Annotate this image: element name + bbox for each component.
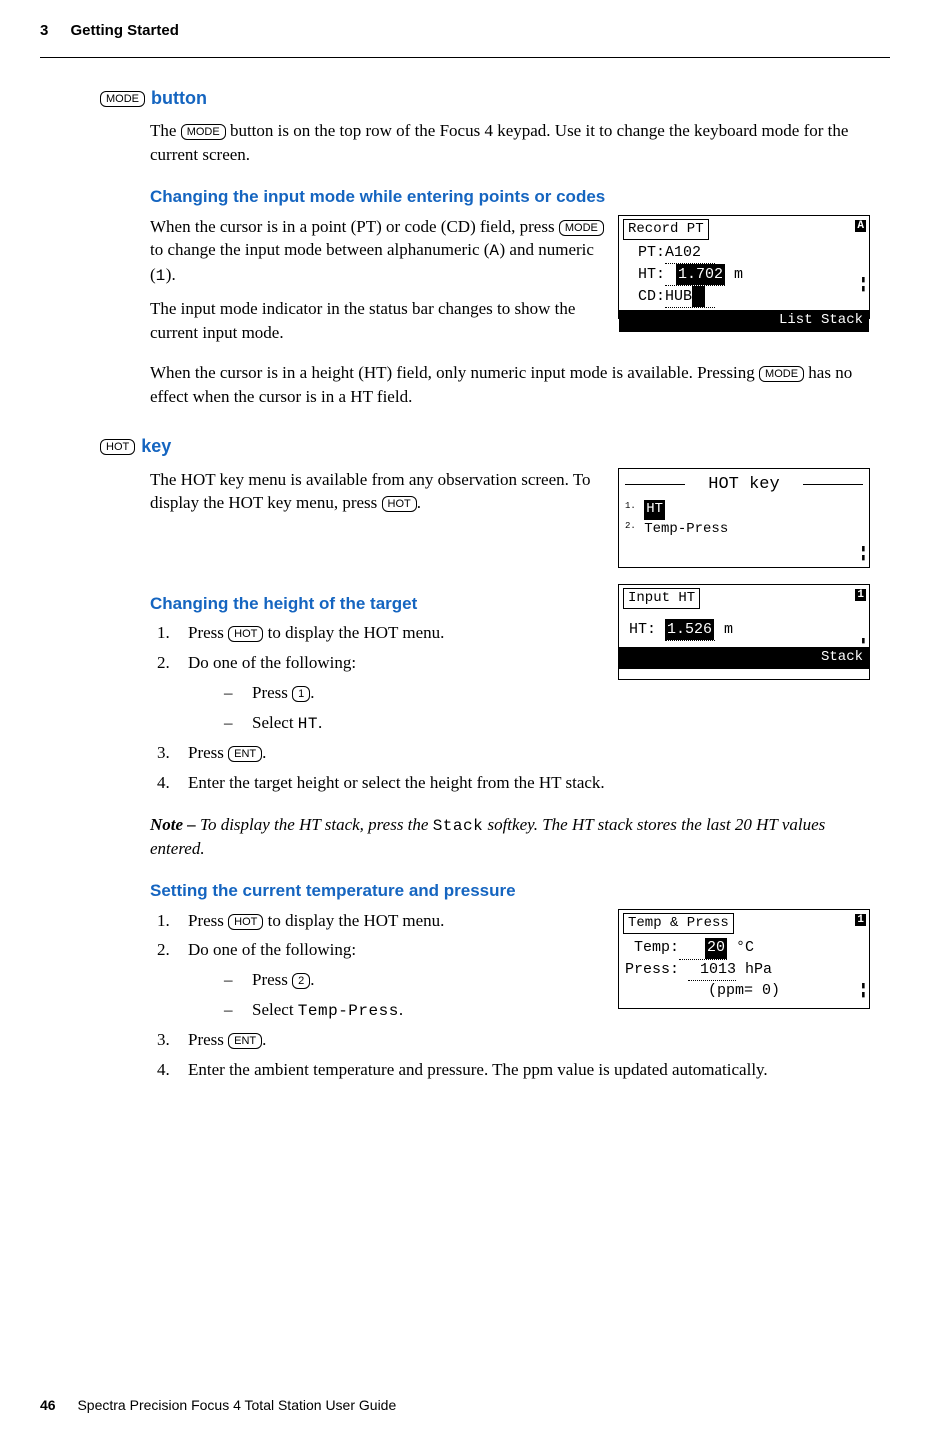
lcd-line-pt: PT:A102	[619, 242, 869, 264]
page-number: 46	[40, 1397, 56, 1413]
lcd-title: Input HT	[623, 588, 700, 610]
lcd-title: HOT key	[619, 473, 869, 497]
chapter-title: Getting Started	[71, 22, 179, 39]
list-item: Enter the ambient temperature and pressu…	[174, 1058, 870, 1082]
lcd-temp-press: Temp & Press 1 Temp:20 °C Press: 1013 hP…	[618, 909, 870, 1009]
lcd-line-ht: HT:1.702 m	[619, 264, 869, 286]
lcd-mode-indicator: 1	[855, 914, 866, 926]
mode-key-icon: MODE	[100, 91, 145, 107]
lcd-line-cd: CD:HUB	[619, 286, 869, 308]
book-title: Spectra Precision Focus 4 Total Station …	[77, 1397, 396, 1413]
lcd-softkeys: Stack	[619, 647, 869, 669]
ent-key-icon: ENT	[228, 746, 262, 762]
page-footer: 46 Spectra Precision Focus 4 Total Stati…	[40, 1396, 396, 1416]
lcd-menu: 1. HT 2. Temp-Press	[619, 498, 869, 555]
two-key-icon: 2	[292, 973, 310, 989]
lcd-hot-menu: HOT key 1. HT 2. Temp-Press ▮▮	[618, 468, 870, 568]
hot-key-icon: HOT	[228, 914, 263, 930]
sublist: Press 1. Select HT.	[224, 681, 870, 735]
note: Note – To display the HT stack, press th…	[150, 813, 870, 861]
subsection-heading: Changing the input mode while entering p…	[150, 185, 870, 209]
mode-key-icon: MODE	[559, 220, 604, 236]
list-item: Press 1.	[224, 681, 870, 705]
list-item: Select HT.	[224, 711, 870, 735]
lcd-title: Temp & Press	[623, 913, 734, 935]
paragraph: The MODE button is on the top row of the…	[150, 119, 870, 167]
lcd-mode-indicator: A	[855, 220, 866, 232]
lcd-status-icons: ▮▮	[861, 276, 866, 294]
mode-key-icon: MODE	[759, 366, 804, 382]
lcd-input-ht: Input HT 1 HT: 1.526 m ▮▮ Stack	[618, 584, 870, 680]
chapter-number: 3	[40, 22, 48, 39]
section-mode-button: MODE button	[100, 86, 870, 111]
header-rule	[40, 57, 890, 58]
mode-key-icon: MODE	[181, 124, 226, 140]
section-heading: key	[141, 434, 171, 459]
list-item: Press ENT.	[174, 1028, 870, 1052]
page-header: 3 Getting Started	[40, 20, 890, 41]
section-hot-key: HOT key	[100, 434, 870, 459]
ent-key-icon: ENT	[228, 1033, 262, 1049]
one-key-icon: 1	[292, 686, 310, 702]
subsection-heading: Setting the current temperature and pres…	[150, 879, 870, 903]
list-item: Enter the target height or select the he…	[174, 771, 870, 795]
lcd-status-icons: ▮▮	[861, 545, 866, 563]
paragraph: When the cursor is in a height (HT) fiel…	[150, 361, 870, 409]
lcd-body: Temp:20 °C Press: 1013 hPa (ppm= 0)	[619, 936, 869, 1005]
lcd-status-icons: ▮▮	[861, 982, 866, 1000]
lcd-line-ht: HT: 1.526 m	[619, 611, 869, 645]
section-heading: button	[151, 86, 207, 111]
lcd-status-icons: ▮▮	[861, 637, 866, 655]
hot-key-icon: HOT	[382, 496, 417, 512]
lcd-title: Record PT	[623, 219, 709, 241]
lcd-mode-indicator: 1	[855, 589, 866, 601]
hot-key-icon: HOT	[228, 626, 263, 642]
lcd-record-pt: Record PT A PT:A102 HT:1.702 m CD:HUB ▮▮…	[618, 215, 870, 319]
list-item: Press ENT.	[174, 741, 870, 765]
hot-key-icon: HOT	[100, 439, 135, 455]
lcd-softkeys: List Stack	[619, 310, 869, 332]
